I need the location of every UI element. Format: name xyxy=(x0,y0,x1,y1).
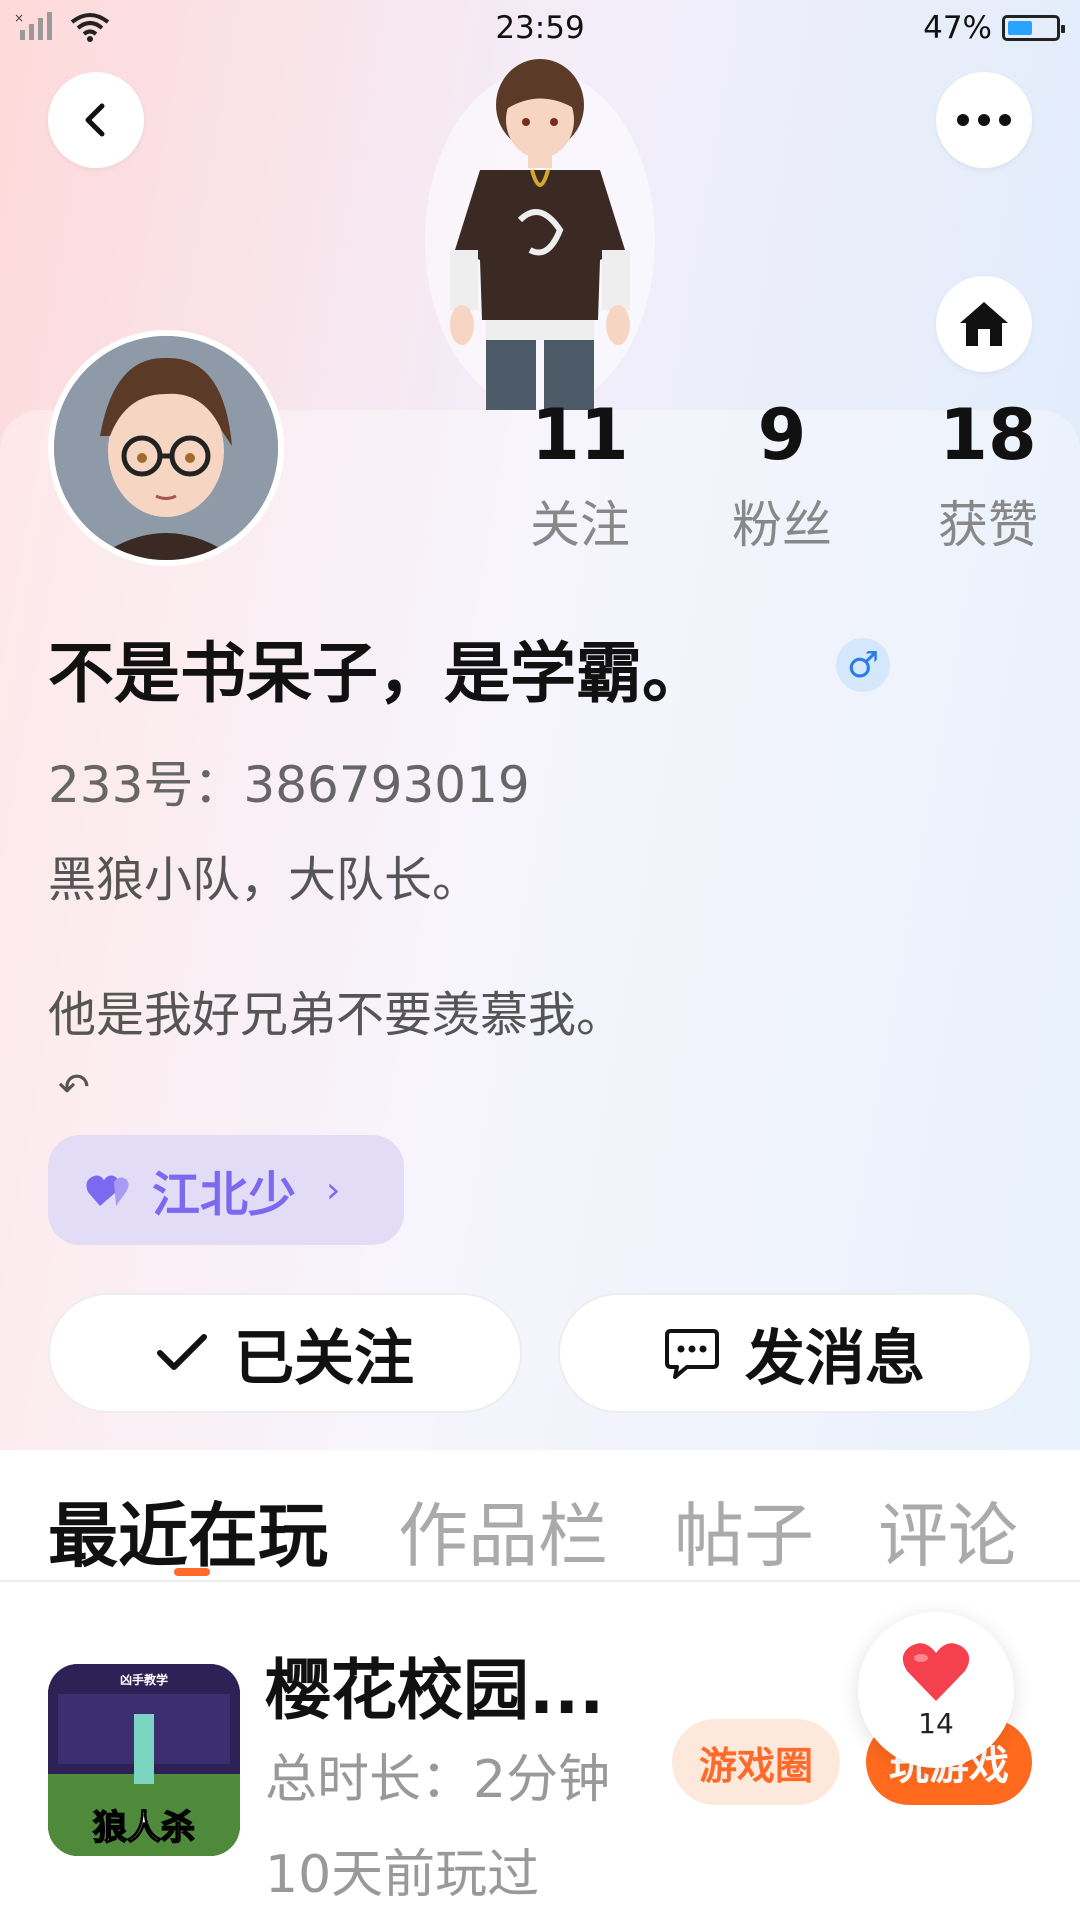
send-message-label: 发消息 xyxy=(745,1323,925,1394)
stat-likes[interactable]: 18 获赞 xyxy=(898,395,1078,557)
like-bubble[interactable]: 14 xyxy=(858,1612,1014,1768)
stat-followers-label: 粉丝 xyxy=(732,496,832,554)
message-bubble-icon xyxy=(665,1329,719,1379)
status-time: 23:59 xyxy=(495,10,585,46)
home-button[interactable] xyxy=(936,276,1032,372)
stat-followers[interactable]: 9 粉丝 xyxy=(692,395,872,557)
check-icon xyxy=(157,1334,207,1370)
heart-icon xyxy=(902,1642,970,1701)
user-id[interactable]: 233号：386793019 xyxy=(48,745,530,817)
game-icon: 凶手教学 狼人杀 xyxy=(48,1664,240,1856)
gender-male-icon: ♂ xyxy=(836,638,890,692)
status-icons-right: 47% xyxy=(923,10,1065,46)
bio-line-2: 他是我好兄弟不要羡慕我。 xyxy=(48,987,625,1043)
game-circle-button[interactable]: 游戏圈 xyxy=(672,1719,840,1805)
avatar-portrait xyxy=(54,336,278,560)
friend-tag[interactable]: 江北少 › xyxy=(48,1135,404,1245)
home-icon xyxy=(960,302,1008,346)
chevron-left-icon xyxy=(85,103,105,137)
stat-following[interactable]: 11 关注 xyxy=(490,395,670,557)
more-dots-icon xyxy=(957,114,1011,126)
avatar-image xyxy=(54,336,278,560)
bio-line-1: 黑狼小队，大队长。 xyxy=(48,852,481,908)
stat-likes-count: 18 xyxy=(939,394,1037,476)
chevron-right-icon: › xyxy=(326,1169,341,1211)
tab-works[interactable]: 作品栏 xyxy=(398,1480,608,1581)
stat-followers-count: 9 xyxy=(757,394,807,476)
battery-percent: 47% xyxy=(923,10,992,46)
tab-comments[interactable]: 评论 xyxy=(878,1480,1018,1581)
game-icon-title: 狼人杀 xyxy=(93,1808,195,1848)
profile-stats: 11 关注 9 粉丝 18 获赞 xyxy=(460,395,1080,565)
back-button[interactable] xyxy=(48,72,144,168)
game-icon-header: 凶手教学 xyxy=(120,1672,168,1687)
game-icon-art: 凶手教学 狼人杀 xyxy=(48,1664,240,1856)
heart-pair-icon xyxy=(86,1175,129,1206)
avatar[interactable] xyxy=(48,330,284,566)
profile-tabs: 最近在玩 作品栏 帖子 评论 xyxy=(0,1450,1080,1582)
game-title: 樱花校园... xyxy=(265,1652,605,1729)
game-list-item[interactable]: 凶手教学 狼人杀 樱花校园... 总时长：2分钟 10天前玩过 游戏圈 玩游戏 … xyxy=(0,1582,1080,1920)
tab-posts[interactable]: 帖子 xyxy=(674,1480,814,1581)
status-bar: × 23:59 47% xyxy=(0,0,1080,56)
avatar-character-figure xyxy=(425,59,655,410)
tab-recently-played[interactable]: 最近在玩 xyxy=(48,1480,328,1581)
game-duration: 总时长：2分钟 xyxy=(265,1750,611,1810)
friend-tag-label: 江北少 xyxy=(152,1167,297,1223)
stat-following-count: 11 xyxy=(531,394,629,476)
followed-button[interactable]: 已关注 xyxy=(48,1293,522,1413)
game-last-played: 10天前玩过 xyxy=(265,1845,540,1905)
stat-likes-label: 获赞 xyxy=(938,496,1038,554)
followed-button-label: 已关注 xyxy=(234,1323,414,1394)
like-count: 14 xyxy=(918,1706,954,1740)
send-message-button[interactable]: 发消息 xyxy=(558,1293,1032,1413)
more-button[interactable] xyxy=(936,72,1032,168)
battery-level xyxy=(1008,21,1033,35)
collapse-arrow-icon[interactable]: ↶ xyxy=(58,1065,90,1109)
stat-following-label: 关注 xyxy=(530,496,630,554)
battery-icon xyxy=(1002,15,1065,41)
profile-name: 不是书呆子，是学霸。 xyxy=(48,635,708,712)
active-tab-indicator xyxy=(174,1568,210,1576)
